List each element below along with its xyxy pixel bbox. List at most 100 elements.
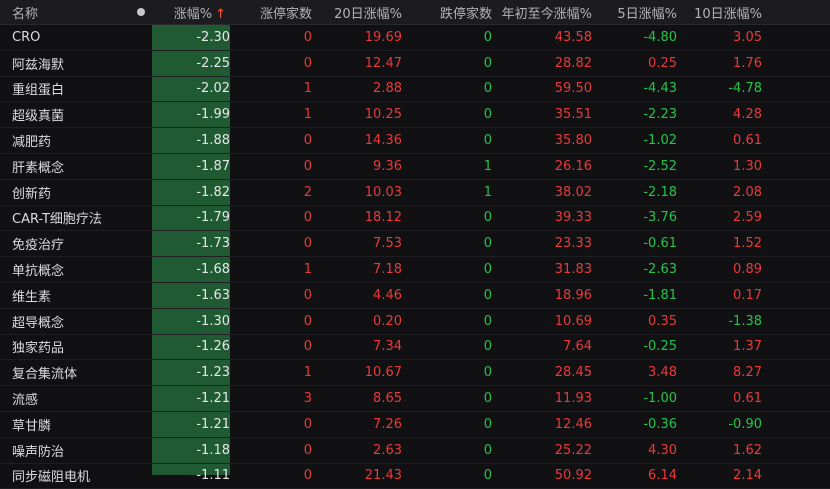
table-row[interactable]: 超级真菌 -1.99 1 10.25 0 35.51 -2.23 4.28 — [0, 102, 830, 129]
table-row[interactable]: 阿兹海默 -2.25 0 12.47 0 28.82 0.25 1.76 — [0, 51, 830, 77]
20d-change-cell: 0.20 — [373, 313, 402, 329]
5d-change-cell: -0.61 — [643, 236, 677, 252]
ytd-change-cell: 59.50 — [554, 81, 592, 97]
sector-name: 肝素概念 — [12, 160, 65, 176]
sector-name: 噪声防治 — [12, 444, 65, 460]
limit-down-cell: 0 — [483, 313, 492, 329]
20d-change-cell: 12.47 — [364, 55, 402, 71]
ytd-change-cell: 26.16 — [554, 158, 592, 174]
table-row[interactable]: 创新药 -1.82 2 10.03 1 38.02 -2.18 2.08 — [0, 180, 830, 206]
sector-name: 流感 — [12, 393, 39, 409]
limit-down-cell: 1 — [483, 158, 492, 174]
sector-name: 重组蛋白 — [12, 83, 65, 99]
5d-change-cell: -4.80 — [643, 29, 677, 45]
change-pct-cell: -1.88 — [196, 133, 230, 149]
10d-change-cell: 0.89 — [733, 262, 762, 278]
header-limit-down[interactable]: 跌停家数 — [410, 3, 500, 22]
header-ytd-change[interactable]: 年初至今涨幅% — [500, 3, 600, 22]
limit-up-cell: 1 — [303, 365, 312, 381]
column-settings-dot-icon[interactable] — [130, 5, 152, 20]
table-row[interactable]: 流感 -1.21 3 8.65 0 11.93 -1.00 0.61 — [0, 386, 830, 412]
change-pct-cell: -1.79 — [196, 210, 230, 226]
limit-up-cell: 1 — [303, 262, 312, 278]
limit-down-cell: 0 — [483, 210, 492, 226]
table-row[interactable]: 肝素概念 -1.87 0 9.36 1 26.16 -2.52 1.30 — [0, 154, 830, 180]
5d-change-cell: -2.52 — [643, 158, 677, 174]
table-row[interactable]: 超导概念 -1.30 0 0.20 0 10.69 0.35 -1.38 — [0, 309, 830, 335]
10d-change-cell: 0.61 — [733, 133, 762, 149]
sector-name: 减肥药 — [12, 135, 52, 151]
20d-change-cell: 19.69 — [364, 29, 402, 45]
change-pct-cell: -1.99 — [196, 107, 230, 123]
ytd-change-cell: 25.22 — [554, 442, 592, 458]
5d-change-cell: -1.02 — [643, 133, 677, 149]
sector-name: 草甘膦 — [12, 418, 52, 434]
5d-change-cell: -0.36 — [643, 416, 677, 432]
20d-change-cell: 4.46 — [373, 287, 402, 303]
sector-name: 阿兹海默 — [12, 57, 65, 73]
ytd-change-cell: 38.02 — [554, 184, 592, 200]
limit-up-cell: 0 — [303, 158, 312, 174]
20d-change-cell: 7.53 — [373, 236, 402, 252]
change-pct-cell: -2.25 — [196, 55, 230, 71]
5d-change-cell: -4.43 — [643, 81, 677, 97]
table-row[interactable]: 噪声防治 -1.18 0 2.63 0 25.22 4.30 1.62 — [0, 438, 830, 464]
table-row[interactable]: 同步磁阻电机 -1.11 0 21.43 0 50.92 6.14 2.14 — [0, 464, 830, 489]
table-row[interactable]: 独家药品 -1.26 0 7.34 0 7.64 -0.25 1.37 — [0, 335, 830, 361]
limit-down-cell: 0 — [483, 339, 492, 355]
limit-up-cell: 1 — [303, 81, 312, 97]
change-pct-cell: -1.63 — [196, 287, 230, 303]
header-limit-up[interactable]: 涨停家数 — [230, 3, 320, 22]
sector-name: 独家药品 — [12, 341, 65, 357]
table-row[interactable]: 维生素 -1.63 0 4.46 0 18.96 -1.81 0.17 — [0, 283, 830, 309]
limit-up-cell: 0 — [303, 313, 312, 329]
ytd-change-cell: 23.33 — [554, 236, 592, 252]
5d-change-cell: -2.23 — [643, 107, 677, 123]
change-pct-cell: -1.68 — [196, 262, 230, 278]
table-row[interactable]: 草甘膦 -1.21 0 7.26 0 12.46 -0.36 -0.90 — [0, 412, 830, 438]
header-change-pct-label: 涨幅% — [173, 6, 213, 22]
table-row[interactable]: CRO -2.30 0 19.69 0 43.58 -4.80 3.05 — [0, 25, 830, 51]
table-row[interactable]: 重组蛋白 -2.02 1 2.88 0 59.50 -4.43 -4.78 — [0, 77, 830, 103]
table-row[interactable]: 减肥药 -1.88 0 14.36 0 35.80 -1.02 0.61 — [0, 128, 830, 154]
header-5d-change[interactable]: 5日涨幅% — [600, 3, 685, 22]
20d-change-cell: 14.36 — [364, 133, 402, 149]
header-20d-change[interactable]: 20日涨幅% — [320, 3, 410, 22]
ytd-change-cell: 12.46 — [554, 416, 592, 432]
10d-change-cell: 0.61 — [733, 391, 762, 407]
sector-name: 维生素 — [12, 289, 52, 305]
table-row[interactable]: 复合集流体 -1.23 1 10.67 0 28.45 3.48 8.27 — [0, 360, 830, 387]
sector-name: CRO — [12, 29, 41, 45]
10d-change-cell: 2.14 — [733, 468, 762, 484]
10d-change-cell: -0.90 — [728, 416, 762, 432]
limit-down-cell: 0 — [483, 55, 492, 71]
limit-down-cell: 0 — [483, 262, 492, 278]
change-pct-cell: -1.30 — [196, 313, 230, 329]
header-10d-change[interactable]: 10日涨幅% — [685, 3, 770, 22]
5d-change-cell: -0.25 — [643, 339, 677, 355]
10d-change-cell: 1.37 — [733, 339, 762, 355]
header-name[interactable]: 名称 — [0, 3, 130, 22]
change-pct-cell: -1.18 — [196, 442, 230, 458]
10d-change-cell: -1.38 — [728, 313, 762, 329]
sector-name: CAR-T细胞疗法 — [12, 212, 102, 228]
ytd-change-cell: 50.92 — [554, 468, 592, 484]
20d-change-cell: 10.03 — [364, 184, 402, 200]
ytd-change-cell: 31.83 — [554, 262, 592, 278]
table-row[interactable]: CAR-T细胞疗法 -1.79 0 18.12 0 39.33 -3.76 2.… — [0, 206, 830, 232]
change-pct-cell: -1.21 — [196, 391, 230, 407]
header-change-pct[interactable]: 涨幅% ↑ — [152, 3, 230, 22]
change-pct-cell: -1.21 — [196, 416, 230, 432]
table-row[interactable]: 单抗概念 -1.68 1 7.18 0 31.83 -2.63 0.89 — [0, 257, 830, 283]
limit-up-cell: 3 — [303, 391, 312, 407]
limit-up-cell: 0 — [303, 133, 312, 149]
ytd-change-cell: 10.69 — [554, 313, 592, 329]
sector-name: 超级真菌 — [12, 109, 65, 125]
table-row[interactable]: 免疫治疗 -1.73 0 7.53 0 23.33 -0.61 1.52 — [0, 231, 830, 258]
20d-change-cell: 2.63 — [373, 442, 402, 458]
20d-change-cell: 7.34 — [373, 339, 402, 355]
ytd-change-cell: 7.64 — [563, 339, 592, 355]
limit-up-cell: 0 — [303, 468, 312, 484]
ytd-change-cell: 11.93 — [554, 391, 592, 407]
5d-change-cell: -1.81 — [643, 287, 677, 303]
